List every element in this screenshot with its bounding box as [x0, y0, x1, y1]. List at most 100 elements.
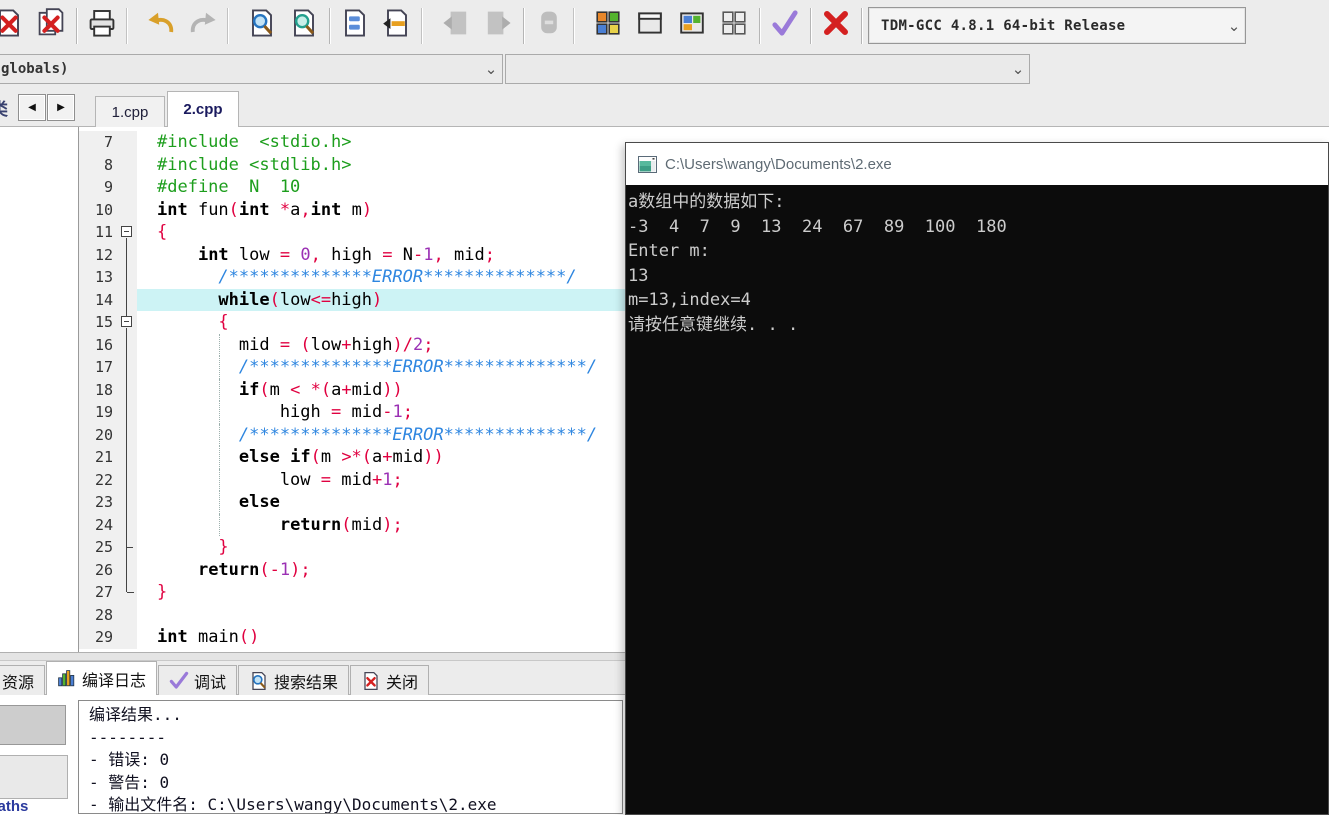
compiler-select[interactable]: TDM-GCC 4.8.1 64-bit Release ⌄: [868, 7, 1246, 44]
chevron-down-icon: ⌄: [1011, 61, 1025, 78]
page-back-button[interactable]: [438, 7, 474, 45]
undo-button[interactable]: [143, 7, 179, 45]
indent-guide: [219, 468, 220, 491]
project-browser-panel[interactable]: [0, 127, 79, 652]
report-tab-compile-log[interactable]: 编译日志: [46, 661, 158, 695]
fold-marker[interactable]: [120, 311, 133, 334]
console-line: 请按任意键继续. . .: [628, 314, 799, 335]
fold-marker: [120, 378, 133, 402]
line-number: 14: [79, 288, 137, 311]
line-number: 8: [79, 153, 137, 176]
left-panel-tab-fragment[interactable]: 类: [0, 95, 8, 120]
member-combo[interactable]: ⌄: [505, 54, 1030, 84]
indent-guide: [219, 378, 220, 401]
tab-scroll-right-button[interactable]: ▶: [47, 94, 75, 121]
scope-combo[interactable]: globals) ⌄: [0, 54, 503, 84]
replace-button[interactable]: [337, 7, 373, 45]
report-tab-label: 编译日志: [82, 672, 147, 690]
abort-disabled-icon: [534, 8, 564, 43]
report-tab-debug[interactable]: 调试: [158, 665, 238, 695]
line-number: 10: [79, 198, 137, 221]
fold-marker: [120, 423, 133, 447]
close-file-icon: [0, 8, 24, 43]
tile-windows-button[interactable]: [674, 7, 710, 45]
compile-log-side-button[interactable]: [0, 705, 66, 745]
tab-scroll-left-button[interactable]: ◀: [18, 94, 46, 121]
line-number: 29: [79, 626, 137, 649]
line-number: 23: [79, 491, 137, 514]
goto-line-button[interactable]: [379, 7, 415, 45]
report-tab-resources[interactable]: 资源: [0, 665, 46, 695]
line-number: 16: [79, 333, 137, 357]
compile-log-tab-icon: [57, 669, 77, 689]
scope-combo-value: globals): [1, 61, 69, 77]
line-number: 25: [79, 536, 137, 559]
tile-windows-icon: [677, 8, 707, 43]
goto-line-icon: [382, 8, 412, 43]
abort-disabled-button[interactable]: [531, 7, 567, 45]
compile-log-line: - 输出文件名: C:\Users\wangy\Documents\2.exe: [89, 795, 497, 814]
page-forward-icon: [483, 8, 513, 43]
line-number: 19: [79, 401, 137, 424]
toolbar-group-separator: [227, 7, 238, 44]
report-tab-search-results[interactable]: 搜索结果: [238, 665, 350, 695]
shorten-paths-link[interactable]: er paths: [0, 798, 28, 815]
toolbar-group-separator: [573, 7, 584, 44]
window-icon: [635, 8, 665, 43]
window-button[interactable]: [632, 7, 668, 45]
tab-2cpp[interactable]: 2.cpp: [167, 91, 239, 127]
toolbar-group-separator: [421, 7, 432, 44]
print-button[interactable]: [84, 7, 120, 45]
line-number: 11: [79, 221, 137, 244]
fold-marker: [120, 491, 133, 514]
close-file-button[interactable]: [0, 7, 27, 45]
toolbar-separator: [76, 7, 77, 44]
console-line: Enter m:: [628, 241, 710, 261]
console-output[interactable]: a数组中的数据如下: -3 4 7 9 13 24 67 89 100 180 En…: [626, 185, 1328, 814]
page-forward-button[interactable]: [480, 7, 516, 45]
line-number: 27: [79, 581, 137, 604]
abort-compilation-button[interactable]: [818, 7, 854, 45]
compile-log-line: --------: [89, 727, 167, 747]
toolbar-separator: [861, 7, 862, 44]
page-back-icon: [441, 8, 471, 43]
compile-log-line: - 错误: 0: [89, 750, 170, 769]
report-tab-close[interactable]: 关闭: [350, 665, 430, 695]
fold-marker: [120, 356, 133, 379]
tab-1cpp[interactable]: 1.cpp: [95, 96, 165, 127]
fold-marker[interactable]: [120, 221, 133, 244]
compile-log-side-button-2[interactable]: [0, 755, 68, 799]
find-in-files-button[interactable]: [286, 7, 322, 45]
cascade-windows-button[interactable]: [716, 7, 752, 45]
line-number: 15: [79, 311, 137, 334]
abort-compilation-icon: [821, 8, 851, 43]
line-number: 12: [79, 243, 137, 266]
report-tab-label: 调试: [194, 674, 227, 692]
toolbar-separator: [759, 7, 760, 44]
compile-log-line: 编译结果...: [89, 705, 182, 724]
line-number: 18: [79, 378, 137, 402]
redo-button[interactable]: [185, 7, 221, 45]
syntax-check-icon: [770, 8, 800, 43]
indent-guide: [219, 356, 220, 379]
console-title-text: C:\Users\wangy\Documents\2.exe: [665, 155, 892, 173]
console-titlebar[interactable]: C:\Users\wangy\Documents\2.exe: [626, 143, 1328, 185]
close-all-files-button[interactable]: [33, 7, 69, 45]
new-project-button[interactable]: [590, 7, 626, 45]
indent-guide: [219, 491, 220, 514]
indent-guide: [219, 423, 220, 446]
line-number: 28: [79, 603, 137, 626]
report-tab-label: 搜索结果: [274, 674, 339, 692]
fold-marker: [120, 558, 133, 582]
toolbar-separator: [329, 7, 330, 44]
toolbar-icons: [0, 0, 967, 51]
fold-marker: [120, 513, 133, 537]
find-button[interactable]: [244, 7, 280, 45]
syntax-check-button[interactable]: [767, 7, 803, 45]
fold-marker: [120, 333, 133, 357]
search-results-tab-icon: [249, 671, 269, 691]
fold-marker: [120, 401, 133, 424]
indent-guide: [219, 333, 220, 356]
toolbar-separator: [810, 7, 811, 44]
console-line: 13: [628, 265, 649, 286]
